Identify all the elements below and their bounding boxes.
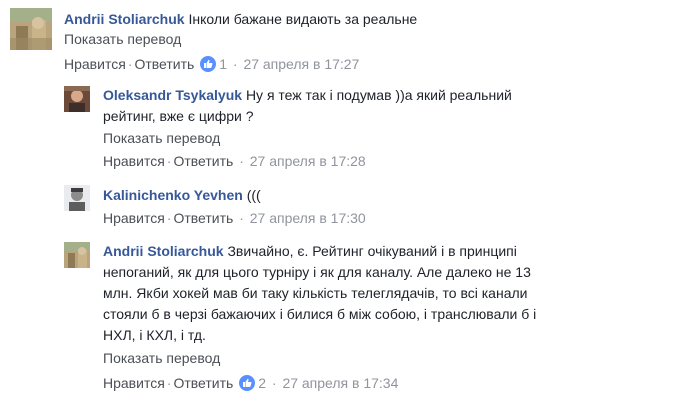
- author-name[interactable]: Oleksandr Tsykalyuk: [103, 87, 242, 103]
- author-name[interactable]: Kalinichenko Yevhen: [103, 187, 243, 203]
- timestamp[interactable]: 27 апреля в 17:34: [282, 375, 398, 391]
- comment-line: Ну я теж так і подумав ))а який реальний: [245, 87, 512, 103]
- reply-link[interactable]: Ответить: [173, 375, 233, 391]
- separator: ·: [239, 210, 244, 226]
- comment-3: Kalinichenko Yevhen ((( Нравится · Ответит…: [0, 180, 680, 236]
- comment-4: Andrii Stoliarchuk Звичайно, є. Рейтинг …: [0, 236, 680, 404]
- comment-actions: Нравится · Ответить · 27 апреля в 17:28: [103, 153, 366, 169]
- comment-actions: Нравится · Ответить · 27 апреля в 17:30: [103, 210, 366, 226]
- comment-text: Andrii Stoliarchuk Звичайно, є. Рейтинг …: [103, 241, 663, 346]
- comment-line: млн. Якби хокей мав би таку кількість те…: [103, 285, 528, 301]
- translate-link[interactable]: Показать перевод: [103, 350, 220, 366]
- separator: ·: [232, 56, 238, 72]
- comment-line: стояли б в черзі бажаючих і билися б між…: [103, 306, 537, 322]
- comment-line: рейтинг, вже є цифри ?: [103, 108, 254, 124]
- reply-link[interactable]: Ответить: [173, 210, 233, 226]
- like-link[interactable]: Нравится: [64, 56, 126, 72]
- comment-text: Andrii Stoliarchuk Інколи бажане видають…: [64, 9, 417, 30]
- comment-actions: Нравится · Ответить 1 · 27 апреля в 17:27: [64, 56, 359, 72]
- comment-text: Kalinichenko Yevhen (((: [103, 185, 261, 206]
- comment-body: (((: [246, 187, 261, 203]
- comment-line: НХЛ, і КХЛ, і тд.: [103, 327, 206, 343]
- comment-actions: Нравится · Ответить 2 · 27 апреля в 17:34: [103, 375, 398, 391]
- reply-link[interactable]: Ответить: [173, 153, 233, 169]
- comment-2: Oleksandr Tsykalyuk Ну я теж так і подум…: [0, 80, 680, 180]
- author-name[interactable]: Andrii Stoliarchuk: [64, 11, 185, 27]
- like-link[interactable]: Нравится: [103, 375, 165, 391]
- like-link[interactable]: Нравится: [103, 153, 165, 169]
- avatar[interactable]: [64, 185, 90, 211]
- avatar[interactable]: [10, 8, 52, 50]
- avatar[interactable]: [64, 86, 90, 112]
- separator: ·: [239, 153, 244, 169]
- separator: ·: [271, 375, 277, 391]
- timestamp[interactable]: 27 апреля в 17:30: [250, 210, 366, 226]
- timestamp[interactable]: 27 апреля в 17:27: [243, 56, 359, 72]
- comment-1: Andrii Stoliarchuk Інколи бажане видають…: [0, 0, 680, 80]
- comment-text: Oleksandr Tsykalyuk Ну я теж так і подум…: [103, 85, 583, 127]
- comment-line: непоганий, як для цього турніру і як для…: [103, 264, 531, 280]
- translate-link[interactable]: Показать перевод: [64, 31, 181, 47]
- reply-link[interactable]: Ответить: [134, 56, 194, 72]
- like-link[interactable]: Нравится: [103, 210, 165, 226]
- thumbs-up-icon[interactable]: [200, 56, 217, 72]
- thumbs-up-icon[interactable]: [239, 375, 256, 391]
- avatar[interactable]: [64, 242, 90, 268]
- comment-body: Інколи бажане видають за реальне: [188, 11, 418, 27]
- translate-link[interactable]: Показать перевод: [103, 130, 220, 146]
- author-name[interactable]: Andrii Stoliarchuk: [103, 243, 224, 259]
- like-count[interactable]: 1: [219, 56, 227, 72]
- like-count[interactable]: 2: [258, 375, 266, 391]
- timestamp[interactable]: 27 апреля в 17:28: [250, 153, 366, 169]
- comment-line: Звичайно, є. Рейтинг очікуваний і в прин…: [227, 243, 517, 259]
